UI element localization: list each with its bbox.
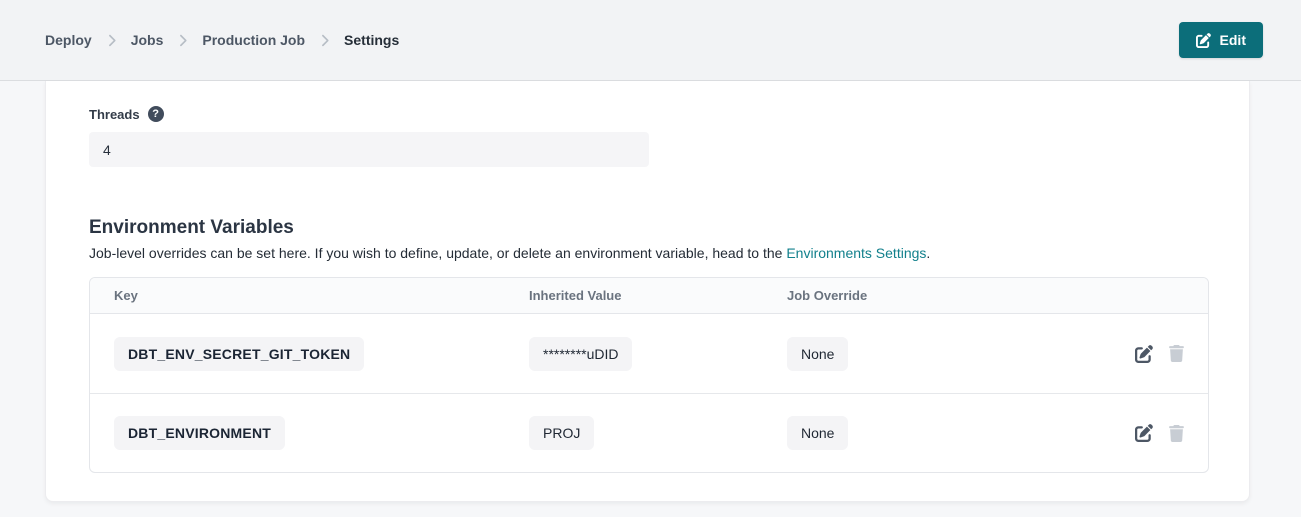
environments-settings-link[interactable]: Environments Settings: [786, 245, 926, 261]
column-header-job-override: Job Override: [787, 288, 1017, 303]
breadcrumb-item-deploy[interactable]: Deploy: [45, 32, 92, 48]
description-period: .: [926, 245, 930, 261]
column-header-inherited-value: Inherited Value: [529, 288, 787, 303]
edit-icon: [1196, 33, 1211, 48]
threads-label: Threads: [89, 107, 140, 122]
env-var-key: DBT_ENV_SECRET_GIT_TOKEN: [114, 337, 364, 371]
chevron-right-icon: [320, 34, 329, 47]
column-header-key: Key: [114, 288, 529, 303]
row-edit-icon[interactable]: [1135, 424, 1153, 442]
env-var-key: DBT_ENVIRONMENT: [114, 416, 285, 450]
env-var-job-override: None: [787, 416, 848, 450]
help-icon[interactable]: ?: [148, 106, 164, 122]
breadcrumb-item-jobs[interactable]: Jobs: [131, 32, 164, 48]
description-text: Job-level overrides can be set here. If …: [89, 245, 786, 261]
environment-variables-heading: Environment Variables: [89, 217, 1207, 239]
breadcrumb: Deploy Jobs Production Job Settings: [45, 32, 399, 48]
table-header-row: Key Inherited Value Job Override: [90, 278, 1208, 314]
row-delete-icon[interactable]: [1169, 425, 1184, 442]
chevron-right-icon: [178, 34, 187, 47]
environment-variables-description: Job-level overrides can be set here. If …: [89, 245, 1207, 261]
env-var-inherited-value: ********uDID: [529, 337, 632, 371]
breadcrumb-item-production-job[interactable]: Production Job: [202, 32, 305, 48]
job-settings-card: Threads ? Environment Variables Job-leve…: [45, 81, 1250, 502]
table-row: DBT_ENV_SECRET_GIT_TOKEN ********uDID No…: [90, 314, 1208, 393]
row-delete-icon[interactable]: [1169, 345, 1184, 362]
row-edit-icon[interactable]: [1135, 345, 1153, 363]
edit-button-label: Edit: [1220, 32, 1246, 48]
threads-field: Threads ?: [89, 106, 1207, 167]
environment-variables-table: Key Inherited Value Job Override DBT_ENV…: [89, 277, 1209, 473]
chevron-right-icon: [107, 34, 116, 47]
edit-button[interactable]: Edit: [1179, 22, 1263, 58]
env-var-inherited-value: PROJ: [529, 416, 594, 450]
env-var-job-override: None: [787, 337, 848, 371]
table-row: DBT_ENVIRONMENT PROJ None: [90, 393, 1208, 472]
threads-input[interactable]: [89, 132, 649, 167]
top-header-bar: Deploy Jobs Production Job Settings Edit: [0, 0, 1301, 81]
breadcrumb-item-settings: Settings: [344, 32, 399, 48]
